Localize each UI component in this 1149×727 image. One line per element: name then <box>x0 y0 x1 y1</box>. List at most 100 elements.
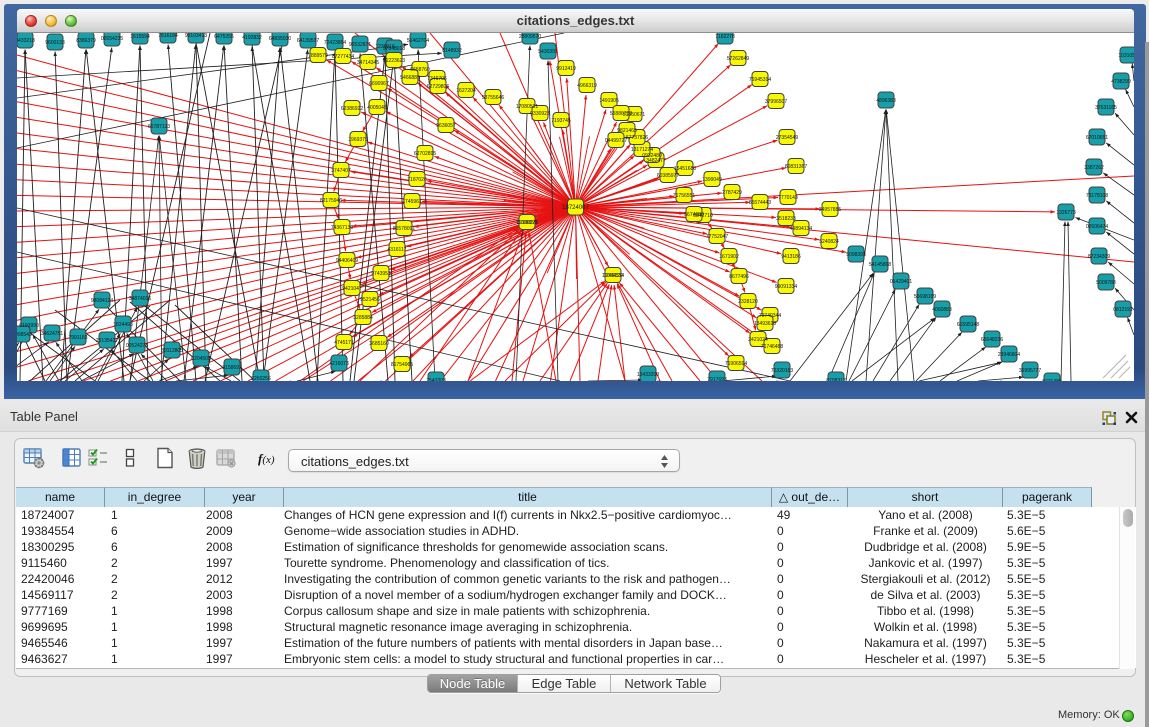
svg-text:25135427: 25135427 <box>96 338 118 344</box>
svg-text:6998543: 6998543 <box>17 332 32 338</box>
svg-text:0932480: 0932480 <box>642 153 662 159</box>
svg-text:02606474: 02606474 <box>1086 224 1108 230</box>
svg-text:6475255: 6475255 <box>214 34 234 40</box>
svg-text:4060883: 4060883 <box>932 307 952 313</box>
svg-text:6204505: 6204505 <box>191 356 211 362</box>
svg-text:96532871: 96532871 <box>349 42 371 48</box>
svg-text:7991183: 7991183 <box>68 335 87 341</box>
svg-text:29946804: 29946804 <box>998 352 1020 358</box>
svg-text:62386922: 62386922 <box>341 106 363 112</box>
svg-text:9421047: 9421047 <box>342 286 362 292</box>
svg-text:81223623: 81223623 <box>383 58 405 64</box>
svg-text:57262849: 57262849 <box>727 56 749 62</box>
svg-text:1399049: 1399049 <box>702 177 722 183</box>
svg-text:3518233: 3518233 <box>776 216 796 222</box>
svg-text:19384554: 19384554 <box>602 273 624 279</box>
svg-text:5466889: 5466889 <box>400 75 420 81</box>
svg-text:7193745: 7193745 <box>551 118 571 124</box>
svg-text:74367136: 74367136 <box>331 225 353 231</box>
svg-text:9636057: 9636057 <box>436 123 456 129</box>
svg-text:0812191: 0812191 <box>1113 307 1133 313</box>
svg-text:4192832: 4192832 <box>242 35 262 41</box>
svg-text:34624751: 34624751 <box>41 331 63 337</box>
svg-text:7917693: 7917693 <box>707 377 727 381</box>
svg-text:8386379: 8386379 <box>76 38 96 44</box>
svg-text:97848018: 97848018 <box>383 46 405 52</box>
svg-text:9743953: 9743953 <box>371 271 391 277</box>
svg-text:4966319: 4966319 <box>577 83 597 89</box>
svg-text:5674680: 5674680 <box>684 212 704 218</box>
svg-text:9413186: 9413186 <box>781 254 801 260</box>
svg-text:8677496: 8677496 <box>729 274 749 280</box>
svg-text:13171274: 13171274 <box>631 147 653 153</box>
svg-text:9521456: 9521456 <box>360 297 380 303</box>
svg-text:86578091: 86578091 <box>393 226 415 232</box>
svg-text:00524278: 00524278 <box>126 343 148 349</box>
svg-text:49894134: 49894134 <box>790 226 812 232</box>
svg-text:6193990: 6193990 <box>19 323 39 329</box>
svg-text:02654235: 02654235 <box>101 36 123 42</box>
svg-text:34957885: 34957885 <box>819 207 841 213</box>
svg-text:7889579: 7889579 <box>308 53 328 59</box>
svg-text:87277434: 87277434 <box>332 54 354 60</box>
svg-text:15300275: 15300275 <box>516 220 538 226</box>
svg-text:1745961: 1745961 <box>402 199 422 205</box>
svg-text:4896383: 4896383 <box>876 98 896 104</box>
svg-text:82175946: 82175946 <box>320 198 342 204</box>
svg-text:34714345: 34714345 <box>357 60 379 66</box>
svg-text:72423884: 72423884 <box>324 40 346 46</box>
svg-text:2260256: 2260256 <box>251 376 271 381</box>
svg-text:4216073: 4216073 <box>329 361 349 367</box>
svg-text:4005045: 4005045 <box>367 105 387 111</box>
svg-text:5009788: 5009788 <box>1096 280 1116 286</box>
svg-text:71756551: 71756551 <box>673 193 695 199</box>
svg-text:7816184: 7816184 <box>158 33 178 39</box>
svg-text:64139537: 64139537 <box>297 38 319 44</box>
svg-text:85574443: 85574443 <box>749 200 771 206</box>
svg-text:8148932: 8148932 <box>442 48 462 54</box>
svg-text:67010651: 67010651 <box>1086 135 1108 141</box>
svg-text:73178108: 73178108 <box>1086 193 1108 199</box>
svg-text:4316117: 4316117 <box>387 247 406 253</box>
svg-text:5240824: 5240824 <box>819 239 839 245</box>
svg-text:64835030: 64835030 <box>269 36 291 42</box>
svg-text:01429401: 01429401 <box>890 279 912 285</box>
svg-text:71746488: 71746488 <box>761 344 783 350</box>
svg-text:13433200: 13433200 <box>637 372 659 378</box>
svg-text:2328120: 2328120 <box>738 299 758 305</box>
svg-text:81754965: 81754965 <box>391 362 413 368</box>
svg-text:18724007: 18724007 <box>562 205 589 211</box>
svg-text:87234309: 87234309 <box>1088 254 1110 260</box>
svg-text:93103413: 93103413 <box>185 33 207 39</box>
svg-text:9912419: 9912419 <box>556 66 576 72</box>
svg-text:27354549: 27354549 <box>776 135 798 141</box>
svg-text:15451680: 15451680 <box>674 166 696 172</box>
svg-text:80112805: 80112805 <box>161 348 183 354</box>
svg-text:1627204: 1627204 <box>456 88 476 94</box>
svg-text:1031051: 1031051 <box>1118 53 1134 59</box>
svg-text:36995777: 36995777 <box>1019 368 1041 374</box>
svg-text:61595148: 61595148 <box>957 322 979 328</box>
svg-text:4745171: 4745171 <box>334 340 354 346</box>
svg-text:79740344: 79740344 <box>759 313 781 319</box>
svg-text:65648236: 65648236 <box>981 337 1003 343</box>
svg-text:60385977: 60385977 <box>657 173 679 179</box>
svg-text:3747407: 3747407 <box>331 168 351 174</box>
svg-text:2787429: 2787429 <box>722 190 742 196</box>
svg-text:76320163: 76320163 <box>771 368 793 374</box>
svg-text:71906594: 71906594 <box>725 361 747 367</box>
svg-text:62729806: 62729806 <box>427 84 449 90</box>
svg-text:8721489: 8721489 <box>1042 379 1062 381</box>
svg-text:9600133: 9600133 <box>45 40 65 46</box>
svg-text:62702895: 62702895 <box>414 151 436 157</box>
svg-text:13493618: 13493618 <box>754 321 776 327</box>
svg-text:1969379: 1969379 <box>348 137 368 143</box>
svg-text:1615594: 1615594 <box>130 34 150 40</box>
svg-text:55886753: 55886753 <box>610 111 632 117</box>
svg-text:3158692: 3158692 <box>222 365 242 371</box>
svg-text:77752047: 77752047 <box>706 234 728 240</box>
svg-text:1326773: 1326773 <box>1056 210 1076 216</box>
svg-text:1491905: 1491905 <box>599 98 619 104</box>
svg-text:51462704: 51462704 <box>407 38 429 44</box>
svg-text:17080531: 17080531 <box>516 104 538 110</box>
